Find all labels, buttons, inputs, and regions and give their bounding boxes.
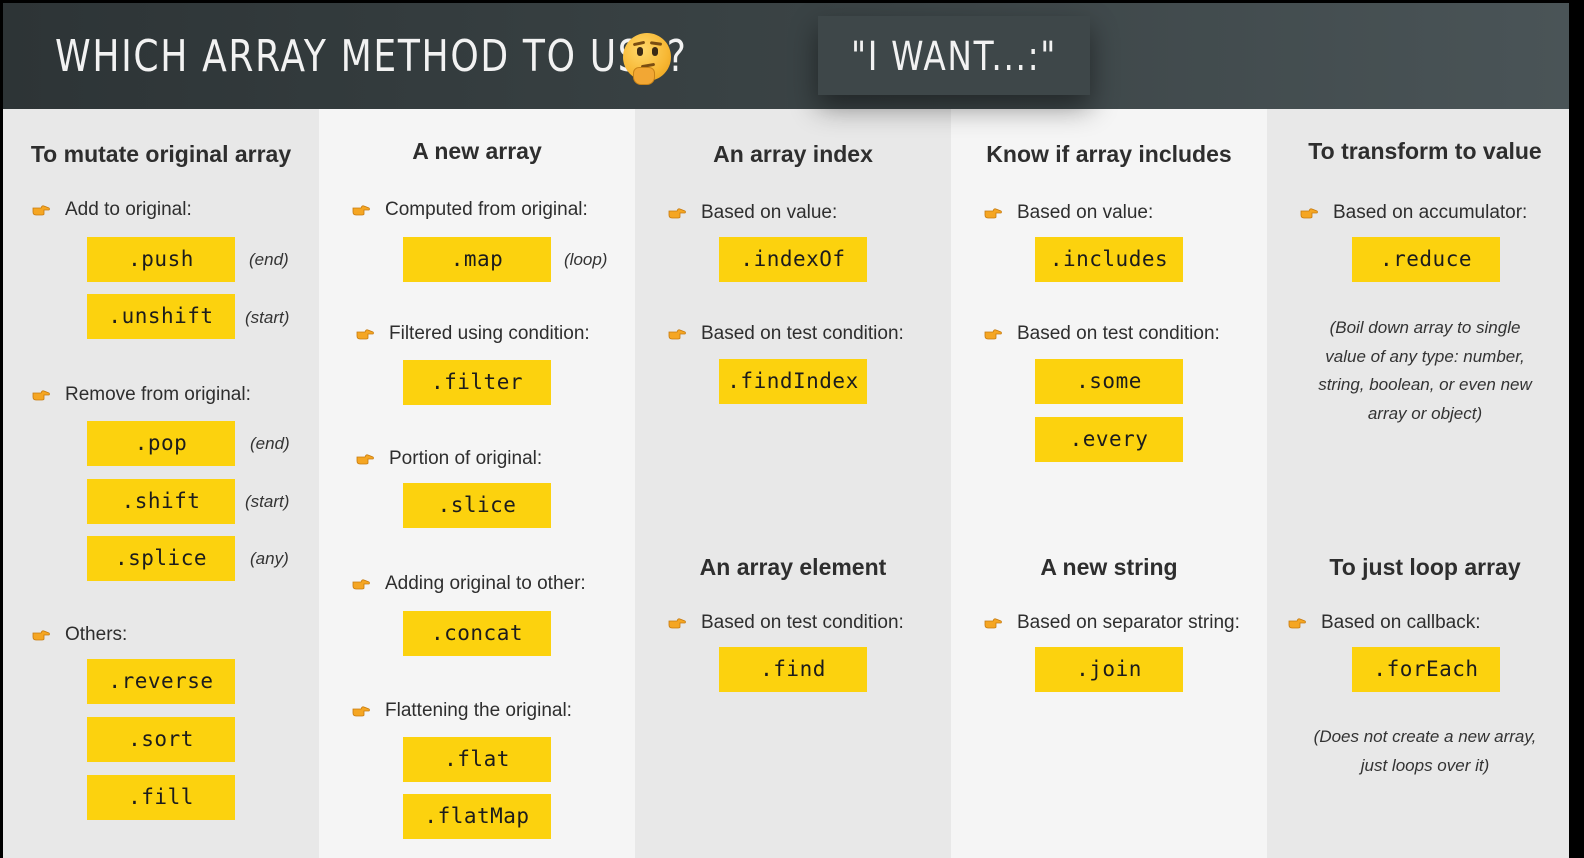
- pointing-hand-icon: [984, 327, 1002, 340]
- method-slice: .slice: [403, 483, 551, 528]
- label-callback: Based on callback:: [1321, 612, 1481, 633]
- label-adding: Adding original to other:: [385, 573, 586, 594]
- pointing-hand-icon: [984, 616, 1002, 629]
- label-flattening: Flattening the original:: [385, 700, 572, 721]
- method-filter: .filter: [403, 360, 551, 405]
- label-computed: Computed from original:: [385, 199, 588, 220]
- method-reduce: .reduce: [1352, 237, 1500, 282]
- label-filtered: Filtered using condition:: [389, 323, 590, 344]
- pointing-hand-icon: [984, 206, 1002, 219]
- method-splice: .splice: [87, 536, 235, 581]
- method-flatmap: .flatMap: [403, 794, 551, 839]
- pointing-hand-icon: [352, 577, 370, 590]
- note-reduce-line: value of any type: number,: [1325, 346, 1525, 366]
- method-flat: .flat: [403, 737, 551, 782]
- label-separator: Based on separator string:: [1017, 612, 1240, 633]
- method-find: .find: [719, 647, 867, 692]
- label-portion: Portion of original:: [389, 448, 543, 469]
- label-others: Others:: [65, 624, 128, 645]
- note-shift: (start): [245, 492, 290, 511]
- label-accumulator: Based on accumulator:: [1333, 202, 1528, 223]
- method-join: .join: [1035, 647, 1183, 692]
- note-foreach-line: (Does not create a new array,: [1313, 727, 1537, 746]
- pointing-hand-icon: [1288, 616, 1306, 629]
- pointing-hand-icon: [352, 203, 370, 216]
- method-includes: .includes: [1035, 237, 1183, 282]
- pointing-hand-icon: [356, 327, 374, 340]
- label-includes-value: Based on value:: [1017, 202, 1154, 223]
- pointing-hand-icon: [668, 206, 686, 219]
- cheatsheet-canvas: WHICH ARRAY METHOD TO USE? "I WANT...:" …: [0, 0, 1584, 858]
- method-map: .map: [403, 237, 551, 282]
- pointing-hand-icon: [352, 704, 370, 717]
- method-shift: .shift: [87, 479, 235, 524]
- label-index-test: Based on test condition:: [701, 323, 904, 344]
- pointing-hand-icon: [1300, 206, 1318, 219]
- page-title: WHICH ARRAY METHOD TO USE?: [55, 31, 688, 82]
- pointing-hand-icon: [32, 628, 50, 641]
- method-foreach: .forEach: [1352, 647, 1500, 692]
- method-sort: .sort: [87, 717, 235, 762]
- label-add-to-original: Add to original:: [65, 199, 192, 220]
- method-indexof: .indexOf: [719, 237, 867, 282]
- heading-mutate: To mutate original array: [30, 141, 292, 167]
- i-want-box: "I WANT...:": [818, 16, 1090, 95]
- pointing-hand-icon: [32, 388, 50, 401]
- method-some: .some: [1035, 359, 1183, 404]
- method-findindex: .findIndex: [719, 359, 867, 404]
- frame-top: [0, 0, 1584, 3]
- pointing-hand-icon: [356, 452, 374, 465]
- pointing-hand-icon: [32, 203, 50, 216]
- method-reverse: .reverse: [87, 659, 235, 704]
- method-concat: .concat: [403, 611, 551, 656]
- heading-just-loop: To just loop array: [1329, 554, 1521, 580]
- heading-transform: To transform to value: [1308, 138, 1542, 164]
- frame-right: [1569, 0, 1584, 858]
- note-reduce-line: (Boil down array to single: [1329, 318, 1521, 337]
- note-pop: (end): [250, 434, 290, 453]
- heading-new-string: A new string: [1040, 554, 1178, 580]
- header-banner: WHICH ARRAY METHOD TO USE?: [3, 3, 1569, 109]
- heading-array-element: An array element: [699, 554, 887, 580]
- note-push: (end): [249, 250, 289, 269]
- label-index-value: Based on value:: [701, 202, 838, 223]
- method-fill: .fill: [87, 775, 235, 820]
- note-reduce-line: string, boolean, or even new: [1318, 375, 1532, 394]
- note-foreach: (Does not create a new array, just loops…: [1284, 723, 1566, 780]
- note-reduce-line: array or object): [1367, 403, 1483, 423]
- heading-new-array: A new array: [412, 138, 542, 164]
- method-unshift: .unshift: [87, 294, 235, 339]
- note-unshift: (start): [245, 308, 290, 327]
- frame-left: [0, 0, 3, 858]
- note-map: (loop): [564, 250, 608, 269]
- label-remove-from-original: Remove from original:: [65, 384, 251, 405]
- note-reduce: (Boil down array to single value of any …: [1284, 314, 1566, 428]
- i-want-label: "I WANT...:": [850, 34, 1058, 80]
- heading-array-index: An array index: [713, 141, 873, 167]
- heading-includes: Know if array includes: [986, 141, 1232, 167]
- note-splice: (any): [250, 549, 289, 568]
- label-includes-test: Based on test condition:: [1017, 323, 1220, 344]
- pointing-hand-icon: [668, 327, 686, 340]
- method-push: .push: [87, 237, 235, 282]
- note-foreach-line: just loops over it): [1360, 755, 1490, 775]
- method-pop: .pop: [87, 421, 235, 466]
- label-element-test: Based on test condition:: [701, 612, 904, 633]
- pointing-hand-icon: [668, 616, 686, 629]
- method-every: .every: [1035, 417, 1183, 462]
- thinking-face-icon: [623, 33, 671, 85]
